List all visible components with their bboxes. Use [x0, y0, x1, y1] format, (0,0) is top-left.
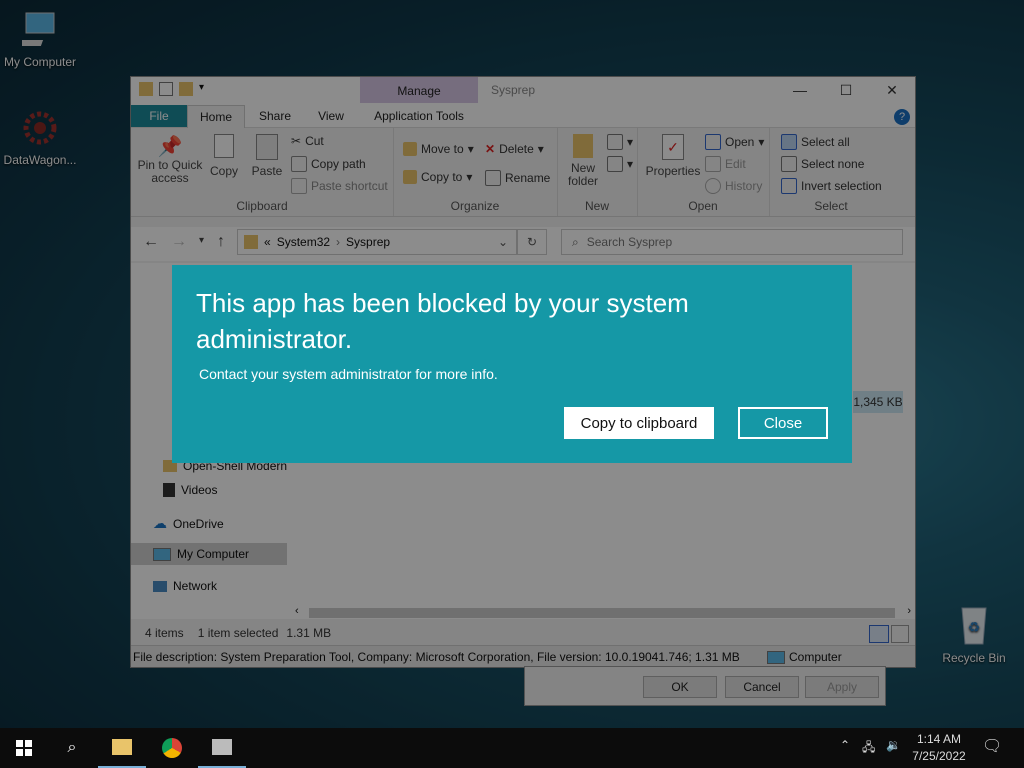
- network-status-icon[interactable]: 🖧: [862, 738, 875, 759]
- copy-to-clipboard-button[interactable]: Copy to clipboard: [564, 407, 714, 439]
- app-window-icon: [212, 739, 232, 755]
- show-hidden-icons[interactable]: ⌃: [840, 738, 850, 752]
- chrome-icon: [162, 738, 182, 758]
- volume-icon[interactable]: 🔉: [886, 738, 901, 752]
- start-button[interactable]: [0, 728, 48, 768]
- app-blocked-dialog: This app has been blocked by your system…: [172, 265, 852, 463]
- search-icon: ⌕: [67, 739, 77, 756]
- taskbar: ⌕ ⌃ 🖧 🔉 1:14 AM 7/25/2022 🗨: [0, 728, 1024, 768]
- taskbar-chrome[interactable]: [148, 728, 196, 768]
- notifications-icon[interactable]: 🗨: [982, 736, 1002, 756]
- clock-date: 7/25/2022: [912, 749, 966, 763]
- close-button[interactable]: Close: [738, 407, 828, 439]
- taskbar-app[interactable]: [198, 728, 246, 768]
- dialog-title: This app has been blocked by your system…: [196, 288, 689, 354]
- dialog-message: Contact your system administrator for mo…: [199, 366, 498, 382]
- clock[interactable]: 1:14 AM 7/25/2022: [908, 732, 970, 763]
- windows-logo-icon: [16, 740, 32, 756]
- clock-time: 1:14 AM: [916, 732, 962, 746]
- folder-icon: [112, 739, 132, 755]
- search-button[interactable]: ⌕: [48, 728, 96, 768]
- taskbar-file-explorer[interactable]: [98, 728, 146, 768]
